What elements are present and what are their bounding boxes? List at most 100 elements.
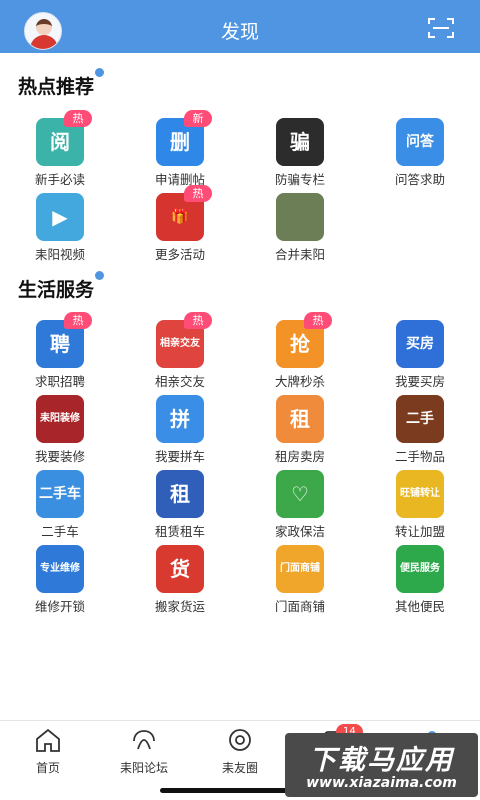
grid-item-label: 申请删帖 xyxy=(154,172,205,187)
grid-item-label: 大牌秒杀 xyxy=(274,374,325,389)
rent-icon: 租 xyxy=(276,395,324,443)
grid-item[interactable]: 问答 问答求助 xyxy=(360,118,480,192)
grid-item[interactable]: 二手 二手物品 xyxy=(360,395,480,469)
grid-item[interactable]: 抢热大牌秒杀 xyxy=(240,312,360,394)
grid-item[interactable]: 合并耒阳 xyxy=(240,193,360,267)
used-car-glyph: 二手车 xyxy=(39,486,81,502)
app-header: 发现 xyxy=(0,0,480,53)
grid-item[interactable]: 专业维修 维修开锁 xyxy=(0,545,120,619)
convenience-glyph: 便民服务 xyxy=(400,563,440,574)
dating-icon: 相亲交友 热 xyxy=(156,312,212,368)
section-title-hot: 热点推荐 xyxy=(18,68,105,99)
grid-item-label: 二手物品 xyxy=(394,449,445,464)
moving-glyph: 货 xyxy=(170,557,190,581)
grid-item-label: 新手必读 xyxy=(34,172,85,187)
flash-sale-glyph: 抢 xyxy=(290,332,310,356)
grid-item[interactable]: 相亲交友 热相亲交友 xyxy=(120,312,240,394)
hot-badge: 热 xyxy=(184,185,212,202)
anti-fraud-glyph: 骗 xyxy=(290,130,310,154)
section-dot xyxy=(95,68,105,77)
grid-item[interactable]: ▶ 耒阳视频 xyxy=(0,193,120,267)
grid-item[interactable]: 删新申请删帖 xyxy=(120,110,240,192)
convenience-icon: 便民服务 xyxy=(396,545,444,593)
recruit-icon: 聘热 xyxy=(36,312,92,368)
housekeeping-glyph: ♡ xyxy=(291,482,309,506)
home-icon xyxy=(36,728,60,752)
grid-item[interactable]: 聘热求职招聘 xyxy=(0,312,120,394)
grid-item-label: 相亲交友 xyxy=(154,374,205,389)
grid-item-label: 租房卖房 xyxy=(274,449,325,464)
repair-glyph: 专业维修 xyxy=(40,563,80,574)
carpool-glyph: 拼 xyxy=(170,407,190,431)
book-glyph: 阅 xyxy=(50,130,70,154)
watermark-url: www.xiazaima.com xyxy=(306,775,457,791)
anti-fraud-icon: 骗 xyxy=(276,118,324,166)
tab-forum[interactable]: 耒阳论坛 xyxy=(96,727,192,787)
truck-rental-glyph: 租 xyxy=(170,482,190,506)
video-glyph: ▶ xyxy=(52,205,68,229)
forum-icon xyxy=(133,730,155,750)
delete-post-icon: 删新 xyxy=(156,110,212,166)
grid-item[interactable]: 门面商铺 门面商铺 xyxy=(240,545,360,619)
second-hand-icon: 二手 xyxy=(396,395,444,443)
grid-item[interactable]: 旺铺转让 转让加盟 xyxy=(360,470,480,544)
book-icon: 阅热 xyxy=(36,110,92,166)
hot-badge: 新 xyxy=(184,110,212,127)
grid-item[interactable]: 二手车 二手车 xyxy=(0,470,120,544)
tab-forum-label: 耒阳论坛 xyxy=(119,761,168,775)
gift-glyph: 🎁 xyxy=(171,209,189,225)
grid-item[interactable]: 耒阳装修 我要装修 xyxy=(0,395,120,469)
recruit-glyph: 聘 xyxy=(50,332,70,356)
hot-badge: 热 xyxy=(304,312,332,329)
decoration-glyph: 耒阳装修 xyxy=(40,413,80,424)
grid-item-label: 我要装修 xyxy=(34,449,85,464)
grid-item-label: 问答求助 xyxy=(394,172,445,187)
buy-house-glyph: 买房 xyxy=(406,336,434,352)
grid-item-label: 其他便民 xyxy=(394,599,445,614)
buy-house-icon: 买房 xyxy=(396,320,444,368)
moving-icon: 货 xyxy=(156,545,204,593)
delete-post-glyph: 删 xyxy=(170,130,190,154)
franchise-glyph: 旺铺转让 xyxy=(400,488,440,499)
qa-glyph: 问答 xyxy=(406,134,434,150)
grid-item-label: 求职招聘 xyxy=(34,374,85,389)
grid-item-label: 我要拼车 xyxy=(154,449,205,464)
section-title-hot-text: 热点推荐 xyxy=(18,76,95,98)
grid-item[interactable]: 阅热新手必读 xyxy=(0,110,120,192)
section-dot xyxy=(95,271,105,280)
grid-item[interactable]: ♡ 家政保洁 xyxy=(240,470,360,544)
grid-item[interactable]: 骗防骗专栏 xyxy=(240,118,360,192)
tab-circle[interactable]: 耒友圈 xyxy=(192,727,288,787)
grid-item-label: 二手车 xyxy=(41,524,79,539)
grid-item-label: 家政保洁 xyxy=(274,524,325,539)
grid-item-label: 更多活动 xyxy=(154,247,205,262)
second-hand-glyph: 二手 xyxy=(406,411,434,427)
grid-item[interactable]: 租租赁租车 xyxy=(120,470,240,544)
rent-glyph: 租 xyxy=(290,407,310,431)
photo-icon xyxy=(276,193,324,241)
grid-item-label: 转让加盟 xyxy=(394,524,445,539)
video-icon: ▶ xyxy=(36,193,84,241)
decoration-icon: 耒阳装修 xyxy=(36,395,84,443)
hot-badge: 热 xyxy=(64,110,92,127)
franchise-icon: 旺铺转让 xyxy=(396,470,444,518)
grid-item-label: 耒阳视频 xyxy=(34,247,85,262)
gift-icon: 🎁 热 xyxy=(156,185,212,241)
scan-icon[interactable] xyxy=(428,17,454,39)
grid-item[interactable]: 租租房卖房 xyxy=(240,395,360,469)
grid-item-label: 搬家货运 xyxy=(154,599,205,614)
section-title-life-text: 生活服务 xyxy=(18,279,95,301)
hot-badge: 热 xyxy=(64,312,92,329)
tab-home[interactable]: 首页 xyxy=(0,727,96,787)
circle-icon xyxy=(229,729,251,751)
tab-home-label: 首页 xyxy=(35,761,60,775)
watermark-title: 下载马应用 xyxy=(309,745,454,776)
grid-item[interactable]: 拼我要拼车 xyxy=(120,395,240,469)
grid-item[interactable]: 买房 我要买房 xyxy=(360,320,480,394)
shop-glyph: 门面商铺 xyxy=(280,563,320,574)
hot-badge: 热 xyxy=(184,312,212,329)
grid-item[interactable]: 货搬家货运 xyxy=(120,545,240,619)
grid-item[interactable]: 便民服务 其他便民 xyxy=(360,545,480,619)
grid-item[interactable]: 🎁 热更多活动 xyxy=(120,185,240,267)
grid-item-label: 防骗专栏 xyxy=(274,172,325,187)
